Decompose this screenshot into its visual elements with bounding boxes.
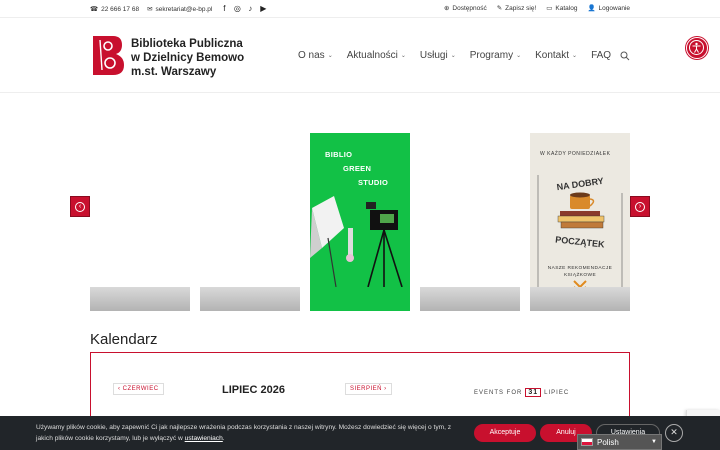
calendar-current-month: LIPIEC 2026	[222, 384, 285, 396]
accessibility-icon: ⊕	[443, 5, 450, 12]
carousel-slide[interactable]	[420, 133, 520, 311]
chevron-down-icon: ⌄	[327, 53, 333, 59]
chevron-down-icon: ⌄	[516, 53, 522, 59]
language-select[interactable]: Polish ▼	[577, 434, 662, 450]
carousel-slide-green-studio[interactable]: BIBLIO GREEN STUDIO	[310, 133, 410, 311]
slide-caption-bar	[90, 287, 190, 311]
coffee-books-illustration: NA DOBRY POCZĄTEK NASZE REKOMENDACJE KSI…	[537, 175, 623, 303]
chevron-right-icon: ›	[635, 201, 645, 212]
email-link[interactable]: ✉ sekretariat@e-bp.pl	[147, 5, 212, 14]
mail-icon: ✉	[147, 6, 153, 13]
cookie-text: Używamy plików cookie, aby zapewnić Ci j…	[36, 424, 452, 442]
chevron-down-icon: ⌄	[450, 53, 456, 59]
chevron-left-icon: ‹	[75, 201, 85, 212]
events-for-label: EVENTS FOR 31 LIPIEC	[474, 388, 570, 397]
library-logo[interactable]	[91, 34, 125, 76]
calendar-prev-month-button[interactable]: ‹ CZERWIEC	[113, 383, 164, 395]
nav-item-faq[interactable]: FAQ	[591, 50, 611, 61]
carousel-slide-na-dobry-poczatek[interactable]: W KAŻDY PONIEDZIAŁEK NA DOBRY POCZĄTEK N…	[530, 133, 630, 311]
accessibility-link[interactable]: ⊕ Dostępność	[443, 4, 487, 13]
folder-icon: ▭	[546, 5, 553, 12]
site-header: Biblioteka Publiczna w Dzielnicy Bemowo …	[0, 18, 720, 93]
nav-item-o-nas[interactable]: O nas ⌄	[298, 50, 333, 61]
accessibility-widget-button[interactable]	[686, 37, 708, 59]
cookie-settings-link[interactable]: ustawieniach	[185, 435, 223, 442]
accessibility-person-icon	[689, 40, 704, 55]
main-nav: O nas ⌄ Aktualności ⌄ Usługi ⌄ Programy ⌄ Ko…	[298, 50, 611, 61]
chevron-down-icon: ⌄	[572, 53, 578, 59]
login-link[interactable]: 👤 Logowanie	[587, 4, 630, 13]
carousel-next-button[interactable]: ›	[630, 196, 650, 217]
facebook-icon[interactable]: f	[220, 5, 228, 13]
nav-item-programy[interactable]: Programy ⌄	[470, 50, 521, 61]
poland-flag-icon	[581, 438, 593, 446]
search-icon[interactable]	[620, 51, 630, 61]
user-icon: 👤	[587, 5, 596, 12]
carousel-prev-button[interactable]: ‹	[70, 196, 90, 217]
accept-cookies-button[interactable]: Akceptuje	[474, 424, 536, 442]
phone-icon: ☎	[90, 6, 99, 13]
youtube-icon[interactable]: ▶	[259, 5, 267, 13]
chevron-down-icon: ⌄	[400, 53, 406, 59]
phone-link[interactable]: ☎ 22 666 17 68	[90, 5, 139, 14]
close-icon[interactable]: ✕	[665, 424, 683, 442]
slide-caption-bar	[530, 287, 630, 311]
nav-item-uslugi[interactable]: Usługi ⌄	[420, 50, 456, 61]
pencil-icon: ✎	[496, 5, 503, 12]
library-name[interactable]: Biblioteka Publiczna w Dzielnicy Bemowo …	[131, 37, 244, 79]
news-carousel: BIBLIO GREEN STUDIO W KAŻDY PONIEDZIAŁEK…	[90, 133, 630, 311]
svg-text:POCZĄTEK: POCZĄTEK	[555, 234, 606, 249]
carousel-slide[interactable]	[90, 133, 190, 311]
tiktok-icon[interactable]: ♪	[246, 5, 254, 13]
svg-text:NA DOBRY: NA DOBRY	[556, 176, 604, 192]
slide-caption-bar	[420, 287, 520, 311]
nav-item-kontakt[interactable]: Kontakt ⌄	[535, 50, 577, 61]
svg-text:KSIĄŻKOWE: KSIĄŻKOWE	[564, 271, 596, 278]
calendar-heading: Kalendarz	[90, 331, 158, 348]
catalog-link[interactable]: ▭ Katalog	[546, 4, 577, 13]
signup-link[interactable]: ✎ Zapisz się!	[496, 4, 537, 13]
instagram-icon[interactable]: ◎	[233, 5, 241, 13]
slide-caption-bar	[200, 287, 300, 311]
chevron-down-icon: ▼	[651, 439, 657, 445]
nav-item-aktualnosci[interactable]: Aktualności ⌄	[347, 50, 406, 61]
studio-equipment-illustration	[310, 196, 403, 287]
selected-day: 31	[525, 388, 542, 397]
carousel-slide[interactable]	[200, 133, 300, 311]
top-bar: ☎ 22 666 17 68 ✉ sekretariat@e-bp.pl f ◎ ♪…	[0, 0, 720, 18]
svg-text:NASZE REKOMENDACJE: NASZE REKOMENDACJE	[548, 265, 613, 271]
calendar-next-month-button[interactable]: SIERPIEŃ ›	[345, 383, 392, 395]
